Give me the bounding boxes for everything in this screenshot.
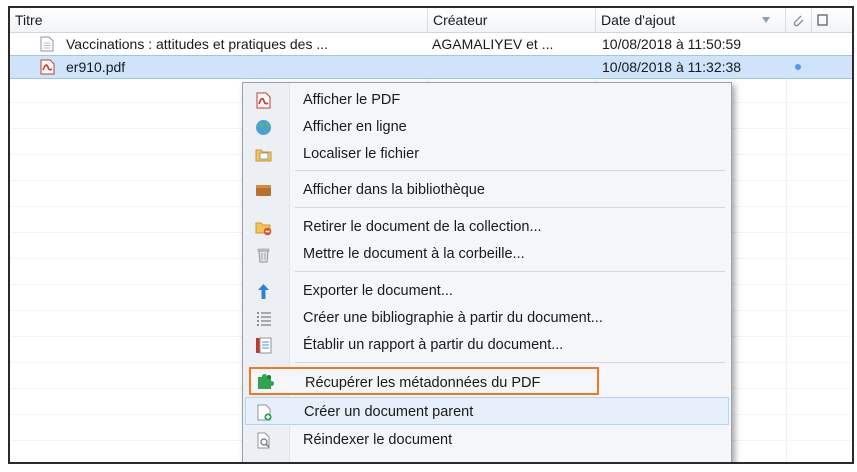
puzzle-icon bbox=[258, 374, 274, 389]
context-menu: Afficher le PDF Afficher en ligne Locali… bbox=[242, 82, 732, 462]
items-pane: Titre Créateur Date d'ajout Vaccinations… bbox=[8, 6, 854, 464]
library-icon bbox=[256, 185, 271, 196]
menu-item-generate-report[interactable]: Établir un rapport à partir du document.… bbox=[245, 331, 729, 359]
menu-item-label: Créer une bibliographie à partir du docu… bbox=[303, 310, 603, 326]
new-parent-icon bbox=[257, 404, 272, 421]
column-header-attachments[interactable] bbox=[786, 8, 812, 32]
export-icon bbox=[258, 284, 269, 299]
menu-item-create-parent-item[interactable]: Créer un document parent bbox=[245, 397, 729, 425]
paperclip-icon bbox=[793, 15, 804, 27]
menu-item-remove-from-collection[interactable]: Retirer le document de la collection... bbox=[245, 213, 729, 241]
row-creator: AGAMALIYEV et ... bbox=[432, 36, 554, 52]
pdf-icon bbox=[40, 59, 55, 75]
trash-icon bbox=[257, 248, 270, 263]
row-date-added: 10/08/2018 à 11:32:38 bbox=[602, 59, 742, 75]
menu-item-label: Réindexer le document bbox=[303, 432, 453, 448]
menu-item-view-pdf[interactable]: Afficher le PDF bbox=[245, 86, 729, 114]
menu-separator bbox=[295, 362, 725, 363]
menu-item-create-bibliography[interactable]: Créer une bibliographie à partir du docu… bbox=[245, 304, 729, 332]
menu-item-view-online[interactable]: Afficher en ligne bbox=[245, 113, 729, 141]
reindex-icon bbox=[257, 432, 270, 449]
menu-item-label: Mettre le document à la corbeille... bbox=[303, 246, 525, 262]
column-header-title[interactable]: Titre bbox=[10, 8, 428, 32]
menu-separator bbox=[295, 207, 725, 208]
table-row-selected[interactable]: er910.pdf 10/08/2018 à 11:32:38 bbox=[10, 55, 852, 79]
column-header-notes[interactable] bbox=[812, 8, 852, 32]
menu-item-label: Retirer le document de la collection... bbox=[303, 219, 542, 235]
folder-remove-icon bbox=[255, 222, 272, 236]
menu-separator bbox=[295, 271, 725, 272]
menu-item-label: Créer un document parent bbox=[304, 404, 474, 420]
menu-item-label: Récupérer les métadonnées du PDF bbox=[305, 375, 541, 391]
menu-item-show-in-library[interactable]: Afficher dans la bibliothèque bbox=[245, 176, 729, 204]
attachment-dot-icon bbox=[795, 64, 801, 70]
grid-line bbox=[786, 76, 787, 462]
row-title: Vaccinations : attitudes et pratiques de… bbox=[66, 36, 329, 52]
row-title: er910.pdf bbox=[66, 59, 126, 75]
menu-item-label: Afficher le PDF bbox=[303, 92, 401, 108]
column-header-date-added-label: Date d'ajout bbox=[601, 12, 676, 28]
menu-item-export[interactable]: Exporter le document... bbox=[245, 277, 729, 305]
column-header-creator-label: Créateur bbox=[433, 12, 488, 28]
pdf-icon bbox=[256, 92, 271, 109]
menu-item-retrieve-pdf-metadata[interactable]: Récupérer les métadonnées du PDF bbox=[249, 367, 599, 395]
menu-item-label: Établir un rapport à partir du document.… bbox=[303, 337, 564, 353]
menu-item-label: Afficher en ligne bbox=[303, 119, 407, 135]
report-icon bbox=[256, 337, 272, 354]
column-header-title-label: Titre bbox=[15, 12, 43, 28]
menu-item-reindex[interactable]: Réindexer le document bbox=[245, 426, 729, 454]
menu-item-label: Afficher dans la bibliothèque bbox=[303, 182, 485, 198]
menu-item-move-to-trash[interactable]: Mettre le document à la corbeille... bbox=[245, 240, 729, 268]
folder-icon bbox=[255, 149, 272, 162]
menu-item-locate-file[interactable]: Localiser le fichier bbox=[245, 140, 729, 168]
row-date-added: 10/08/2018 à 11:50:59 bbox=[602, 36, 742, 52]
column-header-bar: Titre Créateur Date d'ajout bbox=[10, 8, 852, 33]
column-header-date-added[interactable]: Date d'ajout bbox=[596, 8, 786, 32]
globe-icon bbox=[256, 120, 271, 135]
column-header-creator[interactable]: Créateur bbox=[428, 8, 596, 32]
table-row[interactable]: Vaccinations : attitudes et pratiques de… bbox=[10, 33, 852, 55]
row-creator bbox=[432, 56, 596, 78]
document-icon bbox=[40, 36, 54, 52]
bibliography-icon bbox=[257, 312, 271, 326]
menu-separator bbox=[295, 170, 725, 171]
sort-arrow-icon bbox=[762, 17, 770, 23]
menu-item-label: Localiser le fichier bbox=[303, 146, 420, 162]
menu-item-label: Exporter le document... bbox=[303, 283, 453, 299]
note-icon bbox=[817, 14, 828, 26]
